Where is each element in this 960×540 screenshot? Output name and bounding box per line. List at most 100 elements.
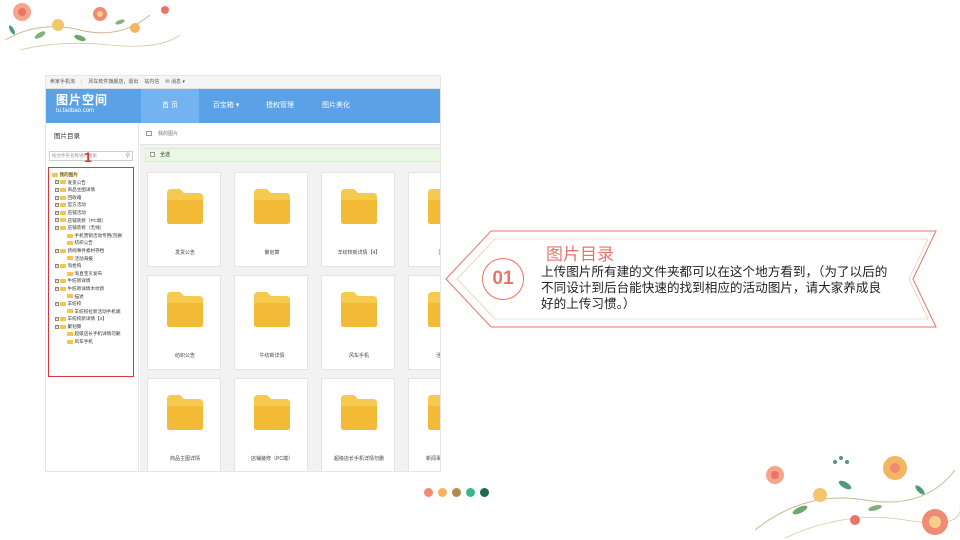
folder-card[interactable]: 纺织公告 xyxy=(147,275,221,370)
folder-icon xyxy=(60,203,66,208)
tree-item[interactable]: 我的图片 xyxy=(49,171,133,179)
slide-dot[interactable] xyxy=(424,488,433,497)
folder-icon xyxy=(166,391,204,431)
tree-item[interactable]: 超级店长手机详情勿删 xyxy=(49,330,133,338)
expand-icon[interactable]: + xyxy=(55,187,59,192)
slide-dot[interactable] xyxy=(438,488,447,497)
expand-icon[interactable]: + xyxy=(55,301,59,306)
slide-dot[interactable] xyxy=(466,488,475,497)
folder-card[interactable]: 聚划算 xyxy=(234,172,308,267)
folder-card[interactable]: 活动海报 xyxy=(408,275,440,370)
tree-item-label: 超级店长手机详情勿删 xyxy=(74,331,121,337)
select-all-checkbox[interactable] xyxy=(150,152,155,157)
expand-icon[interactable]: + xyxy=(55,203,59,208)
tree-item[interactable]: 纺织公告 xyxy=(49,239,133,247)
tree-item[interactable]: 淘直宝贝发布 xyxy=(49,270,133,278)
folder-icon xyxy=(60,218,66,223)
folder-icon xyxy=(253,185,291,225)
tree-item[interactable]: + 回收箱 xyxy=(49,194,133,202)
expand-icon[interactable]: + xyxy=(55,248,59,253)
shop-logout-link[interactable]: 风车软件旗舰店，退出 xyxy=(88,76,138,89)
tree-item-label: 商品主图详情 xyxy=(67,187,96,193)
folder-card[interactable]: 回收箱 xyxy=(408,172,440,267)
folder-name: 风车手机 xyxy=(348,353,369,359)
nav-image-beautify[interactable]: 图片美化 xyxy=(316,89,356,123)
tree-item[interactable]: + 牛纺新详情木纹新 xyxy=(49,285,133,293)
tree-item[interactable]: + 聚划算 xyxy=(49,323,133,331)
tree-item[interactable]: 羊纺校拉新活动手机端 xyxy=(49,308,133,316)
floral-decoration-top-left xyxy=(4,3,181,51)
logo-url: tu.taobao.com xyxy=(56,108,95,114)
tree-item[interactable]: + 淘抢购 xyxy=(49,262,133,270)
tree-item[interactable]: 风车手机 xyxy=(49,338,133,346)
tree-item-label: 描述 xyxy=(74,293,84,299)
tree-item-label: 聚划算 xyxy=(67,323,82,329)
expand-icon[interactable]: + xyxy=(55,218,59,223)
tree-item-label: 新闻事件素材存档 xyxy=(67,247,105,253)
sidebar-title: 图片目录 xyxy=(54,133,80,140)
slide-dot[interactable] xyxy=(480,488,489,497)
folder-card[interactable]: 风车手机 xyxy=(321,275,395,370)
folder-icon xyxy=(60,317,66,322)
callout-text: 上传图片所有建的文件夹都可以在这个地方看到，（为了以后的不同设计到后台能快速的找… xyxy=(541,265,888,311)
select-all-label[interactable]: 全选 xyxy=(160,152,170,158)
tree-item[interactable]: + 发货公告 xyxy=(49,179,133,187)
folder-card[interactable]: 商品主图详情 xyxy=(147,378,221,471)
expand-icon[interactable]: + xyxy=(55,225,59,230)
folder-card[interactable]: 超级店长手机详情勿删 xyxy=(321,378,395,471)
folder-card[interactable]: 新闻事件素材存档 xyxy=(408,378,441,471)
folder-name: 新闻事件素材存档 xyxy=(425,456,441,462)
separator: | xyxy=(81,78,83,85)
expand-icon[interactable]: + xyxy=(55,279,59,284)
folder-icon xyxy=(60,301,66,306)
nav-home[interactable]: 首 页 xyxy=(141,89,199,123)
expand-icon[interactable]: + xyxy=(55,195,59,200)
expand-icon[interactable]: + xyxy=(55,317,59,322)
tree-item-label: 牛纺新详情木纹新 xyxy=(67,285,105,291)
expand-icon[interactable]: + xyxy=(55,210,59,215)
inbox-link[interactable]: 站内信 xyxy=(144,76,159,89)
seller-mobile-link[interactable]: 卖家手机淘 xyxy=(50,76,75,89)
tree-item[interactable]: + 羊纺校新详情【4】 xyxy=(49,315,133,323)
folder-tree: 我的图片 + 发货公告 + 商品主图详情 + 回收箱 + 官方活动 + 店铺活动 + 店铺装修（PC端）… xyxy=(48,167,134,377)
breadcrumb-label[interactable]: 我的图片 xyxy=(158,131,178,137)
tree-item[interactable]: 描述 xyxy=(49,293,133,301)
search-icon[interactable]: ⚲ xyxy=(126,152,130,160)
folder-card[interactable]: 牛纺新详情 xyxy=(234,275,308,370)
tree-item-label: 发货公告 xyxy=(67,179,86,185)
tree-item[interactable]: + 店铺装修（PC端） xyxy=(49,217,133,225)
tree-item-label: 店铺活动 xyxy=(67,209,86,215)
image-icon xyxy=(146,131,152,136)
tree-item-label: 淘直宝贝发布 xyxy=(74,270,103,276)
tree-item[interactable]: + 店铺装修（无线） xyxy=(49,224,133,232)
folder-icon xyxy=(67,339,73,344)
tree-item[interactable]: + 官方活动 xyxy=(49,201,133,209)
nav-authorization[interactable]: 授权管理 xyxy=(260,89,300,123)
folder-card[interactable]: 发货公告 xyxy=(147,172,221,267)
expand-icon[interactable]: + xyxy=(55,180,59,185)
tree-item[interactable]: + 商品主图详情 xyxy=(49,186,133,194)
nav-toolbox[interactable]: 百宝箱 ▾ xyxy=(206,89,246,123)
tree-item[interactable]: + 牛纺新详情 xyxy=(49,277,133,285)
tree-item-label: 羊纺校 xyxy=(67,301,82,307)
slide-dot[interactable] xyxy=(452,488,461,497)
tree-item-label: 羊纺校新详情【4】 xyxy=(67,316,107,322)
tree-item-label: 风车手机 xyxy=(74,339,93,345)
tree-item[interactable]: + 新闻事件素材存档 xyxy=(49,247,133,255)
tree-item[interactable]: 活动海报 xyxy=(49,255,133,263)
folder-icon xyxy=(60,195,66,200)
folder-card[interactable]: 羊纺校新详情【4】 xyxy=(321,172,395,267)
folder-name: 超级店长手机详情勿删 xyxy=(333,456,384,462)
folder-icon xyxy=(67,256,73,261)
expand-icon[interactable]: + xyxy=(55,286,59,291)
annotation-number: 1 xyxy=(84,149,92,165)
tree-item[interactable]: + 羊纺校 xyxy=(49,300,133,308)
expand-icon[interactable]: + xyxy=(55,263,59,268)
folder-card[interactable]: 店铺装修（PC端） xyxy=(234,378,308,471)
expand-icon[interactable]: + xyxy=(55,324,59,329)
tree-item[interactable]: 手机营销活动专用(勿删 xyxy=(49,232,133,240)
message-link[interactable]: ✉ 消息 ▾ xyxy=(165,76,185,89)
logo[interactable]: 图片空间 tu.taobao.com xyxy=(56,94,108,116)
tree-item[interactable]: + 店铺活动 xyxy=(49,209,133,217)
tree-item-label: 纺织公告 xyxy=(74,240,93,246)
